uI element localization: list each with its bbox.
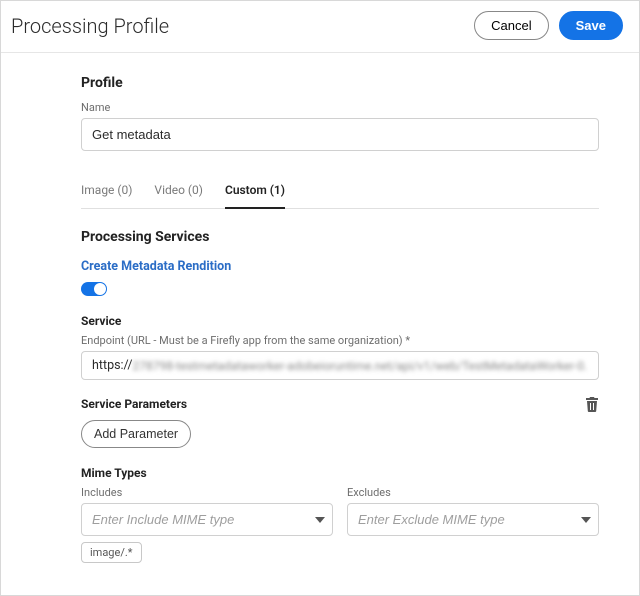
profile-name-input[interactable] — [81, 118, 599, 151]
add-parameter-button[interactable]: Add Parameter — [81, 420, 191, 448]
name-label: Name — [81, 101, 599, 114]
cancel-button[interactable]: Cancel — [474, 11, 548, 40]
rendition-title: Create Metadata Rendition — [81, 259, 599, 274]
profile-section-heading: Profile — [81, 75, 599, 91]
endpoint-label: Endpoint (URL - Must be a Firefly app fr… — [81, 334, 599, 347]
service-parameters-label: Service Parameters — [81, 397, 187, 411]
save-button[interactable]: Save — [559, 11, 623, 40]
includes-label: Includes — [81, 486, 333, 499]
includes-input[interactable] — [81, 503, 333, 536]
page-title: Processing Profile — [11, 14, 169, 38]
excludes-label: Excludes — [347, 486, 599, 499]
endpoint-input[interactable]: https:// 278798-testmetadataworker-adobe… — [81, 351, 599, 380]
mime-types-label: Mime Types — [81, 466, 599, 480]
tab-video[interactable]: Video (0) — [154, 177, 203, 208]
processing-services-heading: Processing Services — [81, 229, 599, 245]
tab-image[interactable]: Image (0) — [81, 177, 132, 208]
endpoint-prefix: https:// — [92, 358, 133, 373]
topbar-actions: Cancel Save — [474, 11, 623, 40]
tabs: Image (0) Video (0) Custom (1) — [81, 177, 599, 209]
endpoint-value-obscured: 278798-testmetadataworker-adobeioruntime… — [133, 359, 588, 373]
trash-icon[interactable] — [585, 396, 599, 412]
excludes-input[interactable] — [347, 503, 599, 536]
tab-custom[interactable]: Custom (1) — [225, 177, 285, 209]
service-label: Service — [81, 314, 599, 328]
mime-tag[interactable]: image/.* — [81, 542, 142, 563]
rendition-toggle[interactable] — [81, 282, 107, 296]
